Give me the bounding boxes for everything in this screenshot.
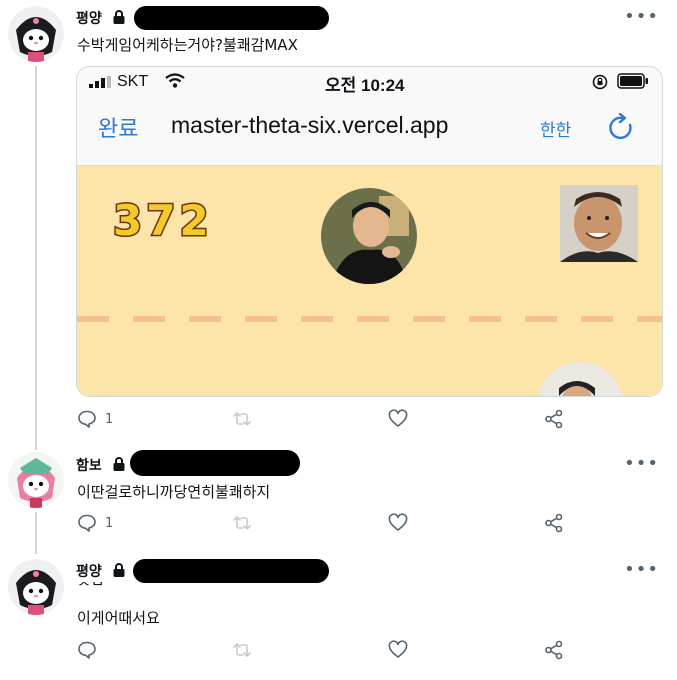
reply-count: 1: [105, 411, 114, 427]
orientation-lock-icon: [592, 74, 608, 90]
lock-icon: [113, 457, 125, 471]
browser-url-bar: 완료 master-theta-six.vercel.app 한한: [77, 95, 662, 166]
share-button[interactable]: [544, 640, 564, 660]
lock-icon: [113, 10, 125, 24]
share-button[interactable]: [544, 409, 564, 429]
thread-line-2: [35, 512, 37, 554]
wifi-icon: [165, 73, 185, 88]
redacted-handle: [133, 559, 329, 583]
author-name[interactable]: 함보: [76, 455, 102, 475]
tweet-actions: 1: [77, 409, 577, 431]
share-icon: [545, 513, 563, 533]
tweet-actions: 1: [77, 513, 577, 535]
reply-icon: [78, 514, 96, 532]
game-area[interactable]: 372: [77, 166, 662, 396]
signal-bars-icon: [89, 76, 111, 88]
game-over-line: [77, 316, 662, 322]
avatar[interactable]: [8, 559, 64, 615]
fruit-face-circle: [321, 188, 417, 284]
battery-icon: [617, 73, 648, 89]
redacted-handle: [130, 450, 300, 476]
like-button[interactable]: [388, 640, 408, 660]
translate-button[interactable]: 한한: [540, 116, 571, 141]
share-button[interactable]: [544, 513, 564, 533]
lock-icon: [113, 563, 125, 577]
retweet-button[interactable]: [232, 409, 252, 429]
heart-icon: [388, 513, 408, 531]
tweet-text: 수박게임어케하는거야?불쾌감MAX: [77, 36, 298, 54]
like-button[interactable]: [388, 409, 408, 429]
reply-icon: [78, 641, 96, 659]
reply-button[interactable]: [77, 640, 105, 660]
avatar[interactable]: [8, 452, 64, 508]
heart-icon: [388, 409, 408, 427]
like-button[interactable]: [388, 513, 408, 533]
done-button[interactable]: 완료: [98, 111, 138, 143]
retweet-button[interactable]: [232, 513, 252, 533]
heart-icon: [388, 640, 408, 658]
reply-count: 1: [105, 515, 114, 531]
retweet-icon: [233, 516, 251, 530]
address-field[interactable]: master-theta-six.vercel.app: [171, 112, 448, 139]
author-name[interactable]: 평양: [76, 561, 102, 581]
more-options-icon[interactable]: •••: [624, 6, 659, 27]
tweet-partial-line: ㅅㅂ: [77, 582, 105, 591]
share-icon: [545, 640, 563, 660]
redacted-handle: [134, 6, 329, 30]
share-icon: [545, 409, 563, 429]
thread-line-1: [35, 66, 37, 450]
fruit-face-square: [560, 185, 638, 262]
reply-button[interactable]: 1: [77, 409, 113, 429]
retweet-icon: [233, 643, 251, 657]
phone-status-bar: SKT 오전 10:24: [77, 67, 662, 95]
embedded-screenshot[interactable]: SKT 오전 10:24 완료 master-theta-six.vercel.…: [76, 66, 663, 397]
reply-button[interactable]: 1: [77, 513, 113, 533]
more-options-icon[interactable]: •••: [624, 453, 659, 474]
more-options-icon[interactable]: •••: [624, 559, 659, 580]
tweet-text: 이게어때서요: [77, 609, 160, 627]
retweet-button[interactable]: [232, 640, 252, 660]
status-time: 오전 10:24: [325, 76, 405, 95]
reply-icon: [78, 410, 96, 428]
avatar[interactable]: [8, 6, 64, 62]
score-counter: 372: [112, 195, 213, 247]
tweet-text: 이딴걸로하니까당연히불쾌하지: [77, 483, 271, 501]
tweet-actions: [77, 640, 577, 662]
carrier-label: SKT: [117, 73, 149, 90]
reload-icon[interactable]: [608, 113, 636, 143]
author-name[interactable]: 평양: [76, 8, 102, 28]
retweet-icon: [233, 412, 251, 426]
fruit-face-bottom: [537, 362, 623, 396]
